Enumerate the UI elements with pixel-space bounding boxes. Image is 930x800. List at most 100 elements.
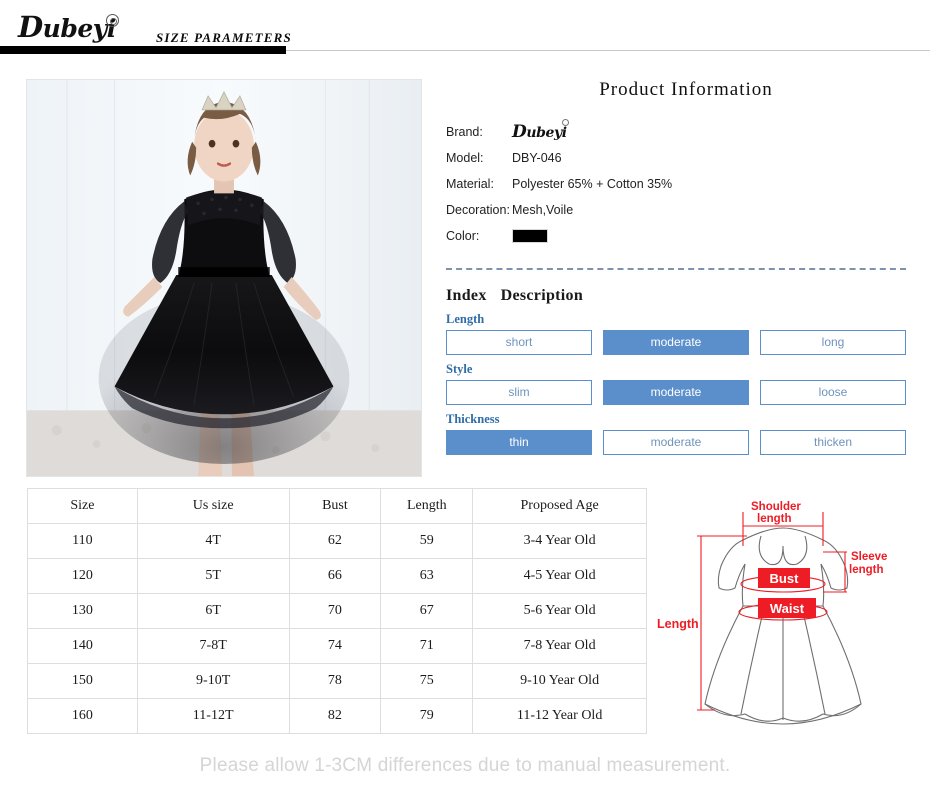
info-label-decoration: Decoration:	[446, 203, 510, 217]
info-row-material: Material: Polyester 65% + Cotton 35%	[446, 171, 906, 197]
label-sleeve-length-line2: length	[849, 564, 884, 576]
option-row-length: short moderate long	[446, 330, 906, 355]
product-information-title: Product Information	[599, 79, 773, 100]
option-length-long[interactable]: long	[760, 330, 906, 355]
cell-us-size: 4T	[136, 523, 290, 559]
cell-bust: 78	[288, 663, 382, 699]
label-waist: Waist	[770, 601, 805, 616]
cell-us-size: 6T	[136, 593, 290, 629]
upper-section: Product Information Brand: Dubeyi Model:…	[0, 60, 930, 480]
option-row-thickness: thin moderate thicken	[446, 430, 906, 455]
size-chart-table: Size Us size Bust Length Proposed Age 11…	[27, 488, 647, 734]
cell-size: 150	[27, 663, 138, 699]
cell-us-size: 7-8T	[136, 628, 290, 664]
page-header: Dubeyi SIZE PARAMETERS	[0, 0, 930, 60]
option-group-style: Style slim moderate loose	[446, 362, 906, 405]
option-style-moderate[interactable]: moderate	[603, 380, 749, 405]
product-information-panel: Product Information Brand: Dubeyi Model:…	[446, 79, 906, 455]
option-thickness-thicken[interactable]: thicken	[760, 430, 906, 455]
index-heading-label: Index	[446, 287, 487, 304]
info-value-material: Polyester 65% + Cotton 35%	[512, 177, 673, 191]
cell-bust: 74	[288, 628, 382, 664]
table-row: 110 4T 62 59 3-4 Year Old	[27, 523, 647, 559]
col-header-size: Size	[27, 488, 138, 524]
info-label-model: Model:	[446, 151, 484, 165]
dashed-divider	[446, 268, 906, 270]
option-length-short[interactable]: short	[446, 330, 592, 355]
cell-us-size: 11-12T	[136, 698, 290, 734]
description-heading-label: Description	[500, 287, 584, 304]
cell-proposed-age: 3-4 Year Old	[472, 523, 647, 559]
table-row: 140 7-8T 74 71 7-8 Year Old	[27, 628, 647, 664]
label-shoulder-length-line2: length	[757, 513, 792, 525]
measurement-disclaimer: Please allow 1-3CM differences due to ma…	[199, 755, 731, 776]
brand-logo-small: Dubeyi	[512, 119, 569, 142]
col-header-us-size: Us size	[136, 488, 290, 524]
label-bust: Bust	[770, 571, 800, 586]
option-row-style: slim moderate loose	[446, 380, 906, 405]
page-title: SIZE PARAMETERS	[156, 30, 292, 45]
product-photo-illustration	[27, 80, 421, 476]
table-row: 130 6T 70 67 5-6 Year Old	[27, 593, 647, 629]
cell-us-size: 9-10T	[136, 663, 290, 699]
info-label-material: Material:	[446, 177, 494, 191]
info-row-brand: Brand: Dubeyi	[446, 119, 906, 145]
cell-proposed-age: 11-12 Year Old	[472, 698, 647, 734]
measurement-diagram: Shoulder length Sleeve length Bust Waist…	[655, 488, 910, 736]
info-label-color: Color:	[446, 229, 480, 243]
option-group-thickness: Thickness thin moderate thicken	[446, 412, 906, 455]
brand-small-capital: D	[512, 122, 527, 142]
info-value-model: DBY-046	[512, 151, 562, 165]
table-header-row: Size Us size Bust Length Proposed Age	[27, 488, 647, 524]
brand-small-body: ubey	[526, 125, 562, 141]
col-header-proposed-age: Proposed Age	[472, 488, 647, 524]
cell-length: 79	[380, 698, 474, 734]
option-group-length: Length short moderate long	[446, 312, 906, 355]
logo-capital-letter: D	[18, 10, 43, 44]
cell-length: 71	[380, 628, 474, 664]
cell-size: 160	[27, 698, 138, 734]
logo-body-letters: ubey	[42, 14, 108, 43]
label-shoulder-length-line1: Shoulder	[751, 501, 801, 513]
size-chart-head: Size Us size Bust Length Proposed Age	[27, 488, 647, 524]
option-length-moderate[interactable]: moderate	[603, 330, 749, 355]
index-description-heading: Index Description	[446, 287, 906, 305]
table-row: 150 9-10T 78 75 9-10 Year Old	[27, 663, 647, 699]
info-value-decoration: Mesh,Voile	[512, 203, 574, 217]
col-header-length: Length	[380, 488, 474, 524]
cell-bust: 66	[288, 558, 382, 594]
lower-section: Size Us size Bust Length Proposed Age 11…	[0, 488, 930, 748]
header-black-bar	[0, 46, 286, 54]
cell-proposed-age: 7-8 Year Old	[472, 628, 647, 664]
cell-proposed-age: 9-10 Year Old	[472, 663, 647, 699]
option-group-label-length: Length	[446, 312, 485, 326]
option-group-label-thickness: Thickness	[446, 412, 500, 426]
option-style-loose[interactable]: loose	[760, 380, 906, 405]
info-row-model: Model: DBY-046	[446, 145, 906, 171]
cell-proposed-age: 4-5 Year Old	[472, 558, 647, 594]
label-sleeve-length-line1: Sleeve	[851, 551, 887, 563]
cell-bust: 82	[288, 698, 382, 734]
table-row: 120 5T 66 63 4-5 Year Old	[27, 558, 647, 594]
option-thickness-thin[interactable]: thin	[446, 430, 592, 455]
cell-proposed-age: 5-6 Year Old	[472, 593, 647, 629]
option-style-slim[interactable]: slim	[446, 380, 592, 405]
option-thickness-moderate[interactable]: moderate	[603, 430, 749, 455]
size-chart-body: 110 4T 62 59 3-4 Year Old 120 5T 66 63 4…	[27, 523, 647, 734]
spiral-lollipop-icon	[106, 14, 119, 27]
cell-length: 75	[380, 663, 474, 699]
cell-bust: 70	[288, 593, 382, 629]
cell-length: 59	[380, 523, 474, 559]
cell-bust: 62	[288, 523, 382, 559]
brand-logo-text: Dubeyi	[18, 12, 138, 44]
info-row-color: Color:	[446, 223, 906, 249]
col-header-bust: Bust	[288, 488, 382, 524]
info-value-brand: Dubeyi	[512, 119, 569, 142]
dress-measurement-illustration: Shoulder length Sleeve length Bust Waist…	[657, 501, 887, 725]
header-thin-rule	[286, 50, 930, 51]
info-value-color	[512, 229, 548, 244]
label-length: Length	[657, 617, 699, 631]
cell-length: 63	[380, 558, 474, 594]
brand-logo: Dubeyi	[18, 12, 138, 46]
color-swatch-black	[512, 229, 548, 244]
